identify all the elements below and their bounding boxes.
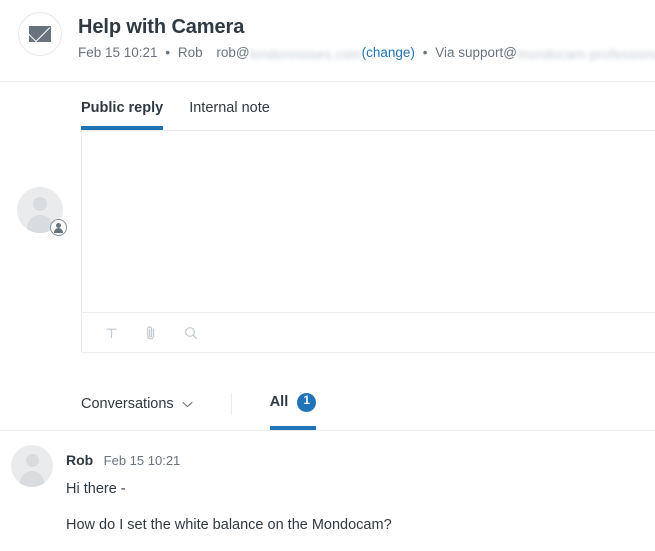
search-icon[interactable]	[176, 318, 206, 348]
avatar-head-shape	[33, 197, 47, 211]
requester-name: Rob	[177, 45, 203, 60]
reply-composer: Public reply Internal note	[0, 82, 655, 378]
avatar-body-shape	[27, 215, 53, 233]
channel-icon-wrap	[18, 12, 62, 56]
ticket-header: Help with Camera Feb 15 10:21 • Rob rob@…	[0, 0, 655, 82]
message-author: Rob	[66, 452, 94, 468]
reply-editor-input[interactable]	[82, 131, 655, 313]
via-address-redacted: mondocam-professional	[516, 47, 655, 62]
page-title: Help with Camera	[78, 16, 245, 38]
text-format-icon[interactable]	[96, 318, 126, 348]
change-requester-link[interactable]: (change)	[362, 45, 415, 60]
avatar-body-shape	[20, 471, 44, 487]
message-timestamp: Feb 15 10:21	[103, 453, 181, 468]
paperclip-icon[interactable]	[136, 318, 166, 348]
message-avatar	[11, 445, 53, 487]
composer-main: Public reply Internal note	[81, 98, 655, 353]
tab-all-conversations[interactable]: All 1	[269, 378, 317, 430]
person-circle-icon	[50, 219, 67, 236]
message-list-item: Rob Feb 15 10:21 Hi there - How do I set…	[0, 431, 655, 536]
ticket-subtitle: Feb 15 10:21 • Rob rob@londonnoises.com(…	[78, 44, 655, 64]
conversations-bar: Conversations All 1	[0, 378, 655, 431]
tab-internal-note[interactable]: Internal note	[189, 99, 270, 130]
conversations-bar-inner: Conversations All 1	[81, 378, 655, 430]
avatar-head-shape	[25, 454, 39, 467]
status-badge: 1	[297, 392, 317, 412]
header-text-block: Help with Camera Feb 15 10:21 • Rob rob@…	[78, 14, 655, 64]
conversations-dropdown-label: Conversations	[81, 396, 174, 412]
conversations-divider	[230, 393, 232, 415]
subtitle-separator-1: •	[165, 45, 171, 60]
requester-email-domain-redacted: londonnoises.com	[249, 47, 362, 62]
ticket-timestamp: Feb 15 10:21	[78, 45, 158, 60]
avatar	[11, 445, 53, 487]
tab-public-reply[interactable]: Public reply	[81, 99, 164, 130]
message-line: How do I set the white balance on the Mo…	[66, 517, 392, 533]
editor-toolbar	[82, 313, 655, 353]
tab-all-label: All	[269, 394, 289, 410]
chevron-down-icon	[182, 396, 193, 412]
composer-avatar	[17, 187, 67, 236]
conversations-dropdown[interactable]: Conversations	[81, 396, 193, 412]
requester-email-prefix: rob@	[216, 45, 250, 60]
badge-body-shape	[54, 227, 63, 233]
message-line: Hi there -	[66, 481, 126, 497]
message-meta: Rob Feb 15 10:21	[66, 451, 641, 470]
via-prefix: Via support@	[435, 45, 517, 60]
message-body: Rob Feb 15 10:21 Hi there - How do I set…	[66, 451, 655, 536]
subtitle-separator-2: •	[422, 45, 428, 60]
editor-box	[81, 130, 655, 353]
composer-tabs: Public reply Internal note	[81, 98, 655, 130]
envelope-icon	[29, 26, 51, 42]
